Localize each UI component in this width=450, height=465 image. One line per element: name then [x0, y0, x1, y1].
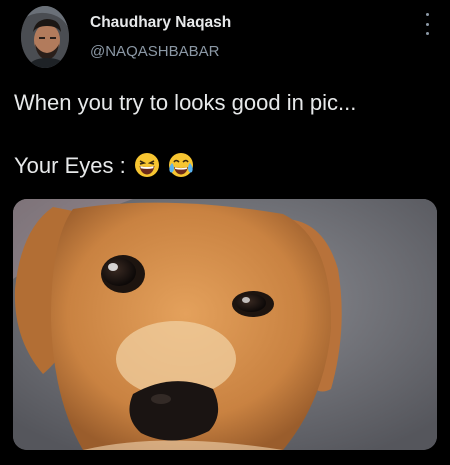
grinning-squinting-face-icon — [134, 153, 159, 177]
tweet-header: Chaudhary Naqash @NAQASHBABAR — [0, 0, 450, 80]
dog-photo — [13, 199, 437, 450]
tweet-text-prefix: Your Eyes : — [14, 153, 132, 178]
tweet-text-line-2: Your Eyes : — [14, 152, 194, 179]
face-with-tears-of-joy-icon — [168, 153, 193, 177]
author-handle[interactable]: @NAQASHBABAR — [90, 43, 219, 60]
tweet-media-image[interactable] — [13, 199, 437, 450]
author-name[interactable]: Chaudhary Naqash — [90, 14, 231, 32]
tweet-text-line-1: When you try to looks good in pic... — [14, 90, 357, 115]
avatar-photo — [21, 6, 69, 68]
more-options-icon[interactable] — [420, 13, 434, 35]
avatar[interactable] — [21, 6, 69, 68]
